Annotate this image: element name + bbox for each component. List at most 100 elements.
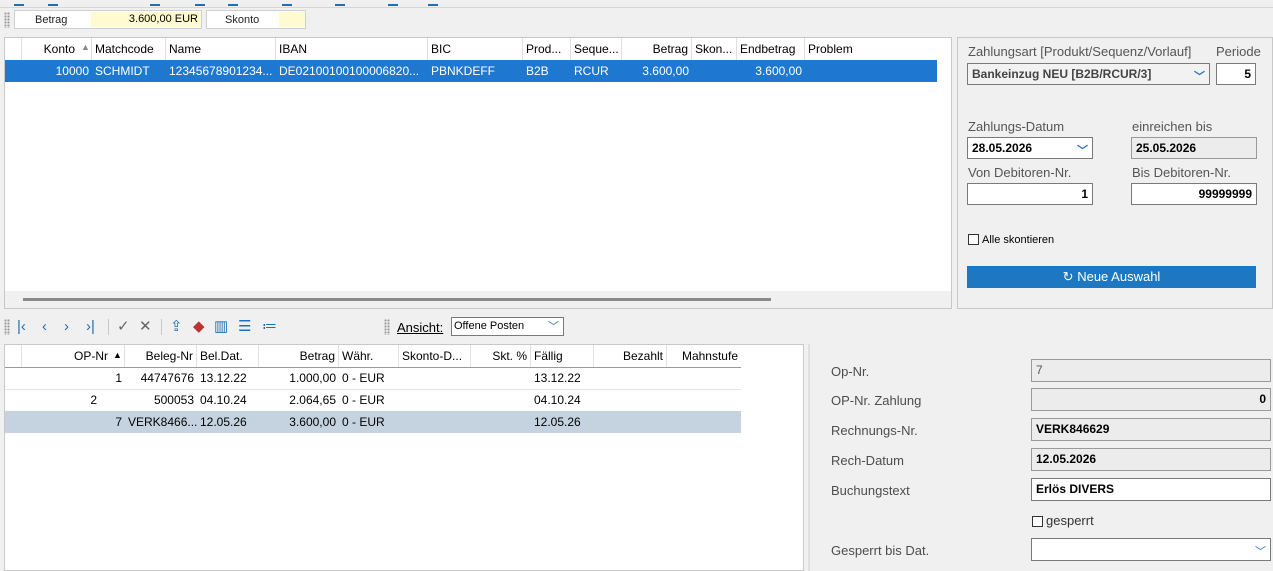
zahlungs-datum-picker[interactable]: 28.05.2026 ﹀ — [967, 137, 1093, 159]
filter-icon[interactable] — [195, 0, 205, 6]
rechnungs-nr-field: VERK846629 — [1031, 418, 1271, 441]
print-icon[interactable] — [335, 0, 345, 6]
chart-icon[interactable] — [388, 0, 398, 6]
cell-bel-dat: 13.12.22 — [200, 371, 247, 385]
first-icon[interactable] — [14, 0, 24, 6]
numbered-list-icon[interactable]: ≔ — [262, 319, 277, 334]
neue-auswahl-button[interactable]: ↻ Neue Auswahl — [967, 266, 1256, 288]
checkbox-box[interactable] — [968, 234, 979, 245]
neue-auswahl-label: Neue Auswahl — [1077, 269, 1161, 284]
col-beleg-nr[interactable]: Beleg-Nr — [125, 345, 197, 367]
von-debitor-label: Von Debitoren-Nr. — [968, 165, 1072, 180]
gesperrt-bis-picker[interactable]: ﹀ — [1031, 538, 1271, 561]
prev-record-icon[interactable]: ‹ — [42, 319, 47, 334]
cell-waehrung: 0 - EUR — [342, 415, 385, 429]
library-icon[interactable]: ▥ — [214, 319, 228, 334]
buchungstext-input[interactable]: Erlös DIVERS — [1031, 478, 1271, 501]
rech-datum-field: 12.05.2026 — [1031, 448, 1271, 471]
scrollbar-thumb[interactable] — [23, 298, 771, 301]
refresh-icon[interactable] — [150, 0, 160, 6]
toolbar-separator — [161, 319, 162, 335]
cell-op-nr: 7 — [115, 415, 122, 429]
splitter[interactable] — [808, 344, 810, 571]
cancel-icon[interactable]: ✕ — [139, 319, 152, 334]
col-faellig[interactable]: Fällig — [531, 345, 594, 367]
drag-grip[interactable] — [384, 319, 390, 335]
bis-debitor-input[interactable]: 99999999 — [1131, 183, 1257, 205]
drag-grip[interactable] — [4, 319, 10, 335]
cell-bezahlt — [594, 389, 667, 411]
next-record-icon[interactable]: › — [64, 319, 69, 334]
prev-icon[interactable] — [48, 0, 58, 6]
cell-endbetrag: 3.600,00 — [755, 64, 802, 78]
col-skonto[interactable]: Skon... — [692, 38, 737, 60]
cell-problem — [805, 60, 895, 82]
betrag-label: Betrag — [35, 14, 68, 26]
horizontal-scrollbar[interactable] — [5, 291, 951, 308]
cell-skonto-prozent — [471, 411, 531, 433]
refresh-icon: ↻ — [1062, 269, 1074, 284]
table-row[interactable]: 7 VERK8466... 12.05.26 3.600,00 0 - EUR … — [5, 411, 741, 433]
op-grid[interactable]: OP-Nr ▲ Beleg-Nr Bel.Dat. Betrag Währ. S… — [4, 344, 804, 571]
col-matchcode[interactable]: Matchcode — [92, 38, 166, 60]
cell-betrag: 2.064,65 — [289, 393, 336, 407]
sort-asc-icon: ▲ — [113, 350, 122, 360]
export-icon[interactable]: ⇪ — [170, 319, 183, 334]
col-iban[interactable]: IBAN — [276, 38, 428, 60]
check-icon[interactable]: ✓ — [117, 319, 130, 334]
table-row[interactable]: 1 44747676 13.12.22 1.000,00 0 - EUR 13.… — [5, 367, 741, 390]
col-bezahlt[interactable]: Bezahlt — [594, 345, 667, 367]
list-icon[interactable] — [282, 0, 292, 6]
alle-skontieren-checkbox[interactable]: Alle skontieren — [968, 234, 1054, 246]
bis-debitor-label: Bis Debitoren-Nr. — [1132, 165, 1231, 180]
col-mahnstufe[interactable]: Mahnstufe — [667, 345, 741, 367]
chevron-down-icon: ﹀ — [548, 321, 559, 333]
cell-skonto-prozent — [471, 389, 531, 411]
gesperrt-checkbox[interactable]: gesperrt — [1032, 513, 1094, 528]
export-icon[interactable] — [428, 0, 438, 6]
col-problem[interactable]: Problem — [805, 38, 895, 60]
cell-bel-dat: 04.10.24 — [200, 393, 247, 407]
von-debitor-input[interactable]: 1 — [967, 183, 1093, 205]
checkbox-box[interactable] — [1032, 516, 1043, 527]
debtor-grid-header: Konto ▲ Matchcode Name IBAN BIC Prod... … — [5, 38, 951, 60]
last-record-icon[interactable]: ›| — [86, 319, 95, 334]
debtor-grid[interactable]: Konto ▲ Matchcode Name IBAN BIC Prod... … — [4, 37, 952, 309]
cell-konto: 10000 — [55, 64, 89, 78]
betrag-value: 3.600,00 EUR — [91, 12, 201, 27]
col-bel-dat[interactable]: Bel.Dat. — [197, 345, 259, 367]
first-record-icon[interactable]: |‹ — [17, 319, 26, 334]
col-produkt[interactable]: Prod... — [523, 38, 571, 60]
eraser-icon[interactable]: ◆ — [193, 319, 205, 334]
col-endbetrag[interactable]: Endbetrag — [737, 38, 805, 60]
col-name[interactable]: Name — [166, 38, 276, 60]
cell-op-nr: 1 — [115, 371, 122, 385]
cell-faellig: 04.10.24 — [534, 393, 581, 407]
col-konto-label: Konto — [43, 42, 75, 56]
col-skonto-prozent[interactable]: Skt. % — [471, 345, 531, 367]
table-row[interactable]: 10000 SCHMIDT 12345678901234... DE021001… — [5, 60, 937, 82]
col-skonto-datum[interactable]: Skonto-D... — [399, 345, 471, 367]
cell-betrag: 1.000,00 — [289, 371, 336, 385]
zahlungsart-select[interactable]: Bankeinzug NEU [B2B/RCUR/3] ﹀ — [967, 63, 1210, 85]
zahlungs-datum-value: 28.05.2026 — [972, 141, 1033, 155]
col-op-nr[interactable]: OP-Nr — [22, 345, 125, 367]
chevron-down-icon: ﹀ — [1077, 145, 1088, 157]
ansicht-select[interactable]: Offene Posten ﹀ — [451, 317, 564, 336]
col-waehrung[interactable]: Währ. — [339, 345, 399, 367]
op-nr-field: 7 — [1031, 359, 1271, 382]
table-row[interactable]: 2 500053 04.10.24 2.064,65 0 - EUR 04.10… — [5, 389, 741, 412]
col-sequenz[interactable]: Seque... — [571, 38, 622, 60]
cell-op-nr-value: 2 — [90, 393, 97, 407]
col-betrag[interactable]: Betrag — [622, 38, 692, 60]
top-toolbar-strip — [0, 0, 1273, 8]
op-grid-header: OP-Nr ▲ Beleg-Nr Bel.Dat. Betrag Währ. S… — [5, 345, 741, 367]
periode-input[interactable]: 5 — [1216, 63, 1256, 85]
col-betrag[interactable]: Betrag — [259, 345, 339, 367]
col-bic[interactable]: BIC — [428, 38, 523, 60]
checklist-icon[interactable]: ☰ — [238, 319, 251, 334]
cell-mahnstufe — [667, 389, 741, 411]
grid-icon[interactable] — [228, 0, 238, 6]
cell-matchcode: SCHMIDT — [95, 64, 150, 78]
drag-grip[interactable] — [4, 12, 10, 28]
